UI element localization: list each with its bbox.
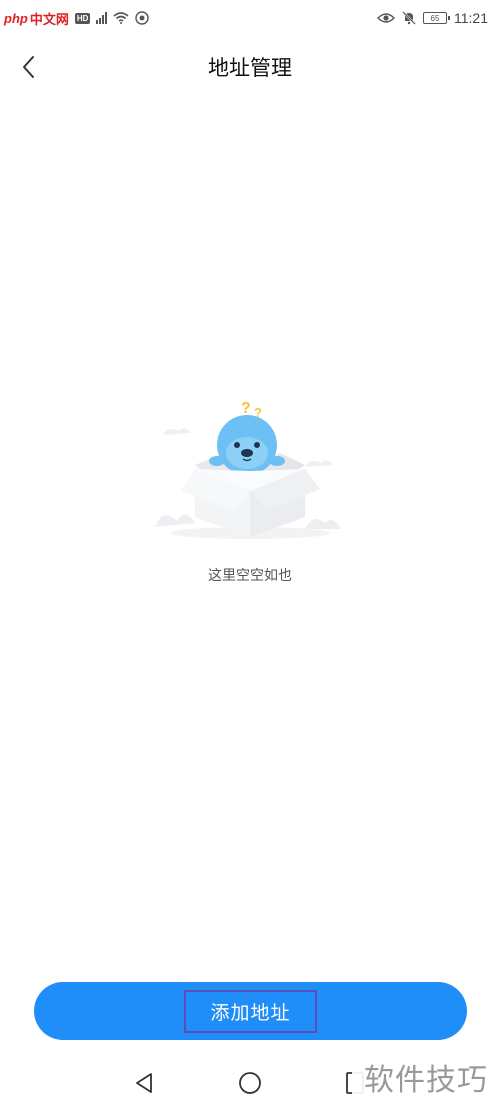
page-header: 地址管理 [0, 40, 500, 94]
wifi-icon [113, 12, 129, 24]
mute-bell-icon [402, 11, 416, 25]
back-button[interactable] [10, 48, 46, 86]
php-logo: php 中文网 [4, 9, 69, 28]
add-address-button[interactable]: 添加地址 [34, 982, 467, 1040]
status-bar: php 中文网 HD 65 11:21 [0, 0, 500, 36]
page-title: 地址管理 [208, 56, 292, 80]
battery-icon: 65 [423, 12, 450, 24]
empty-state: ? ? 这里空空如也 [0, 395, 500, 585]
php-logo-cn: 中文网 [29, 11, 69, 27]
status-right: 65 11:21 [377, 10, 488, 26]
svg-text:?: ? [254, 405, 262, 420]
nav-home-icon[interactable] [238, 1071, 262, 1095]
status-time: 11:21 [454, 10, 488, 26]
signal-icon [96, 12, 108, 24]
screen: php 中文网 HD 65 11:21 地址管理 ? ? 这里空空如也 添加地址… [0, 0, 500, 1111]
empty-message: 这里空空如也 [208, 568, 292, 584]
status-left: php 中文网 HD [4, 9, 150, 28]
watermark: 软件技巧 [352, 1054, 500, 1100]
notification-icon [135, 11, 150, 25]
php-logo-text: php [4, 10, 28, 26]
svg-text:?: ? [241, 400, 251, 417]
add-address-label: 添加地址 [184, 989, 317, 1033]
empty-box-mascot-illustration: ? ? [155, 400, 341, 539]
chevron-left-icon [23, 56, 34, 78]
hd-icon: HD [74, 12, 91, 24]
nav-back-icon[interactable] [133, 1071, 155, 1095]
eye-icon [377, 13, 395, 23]
